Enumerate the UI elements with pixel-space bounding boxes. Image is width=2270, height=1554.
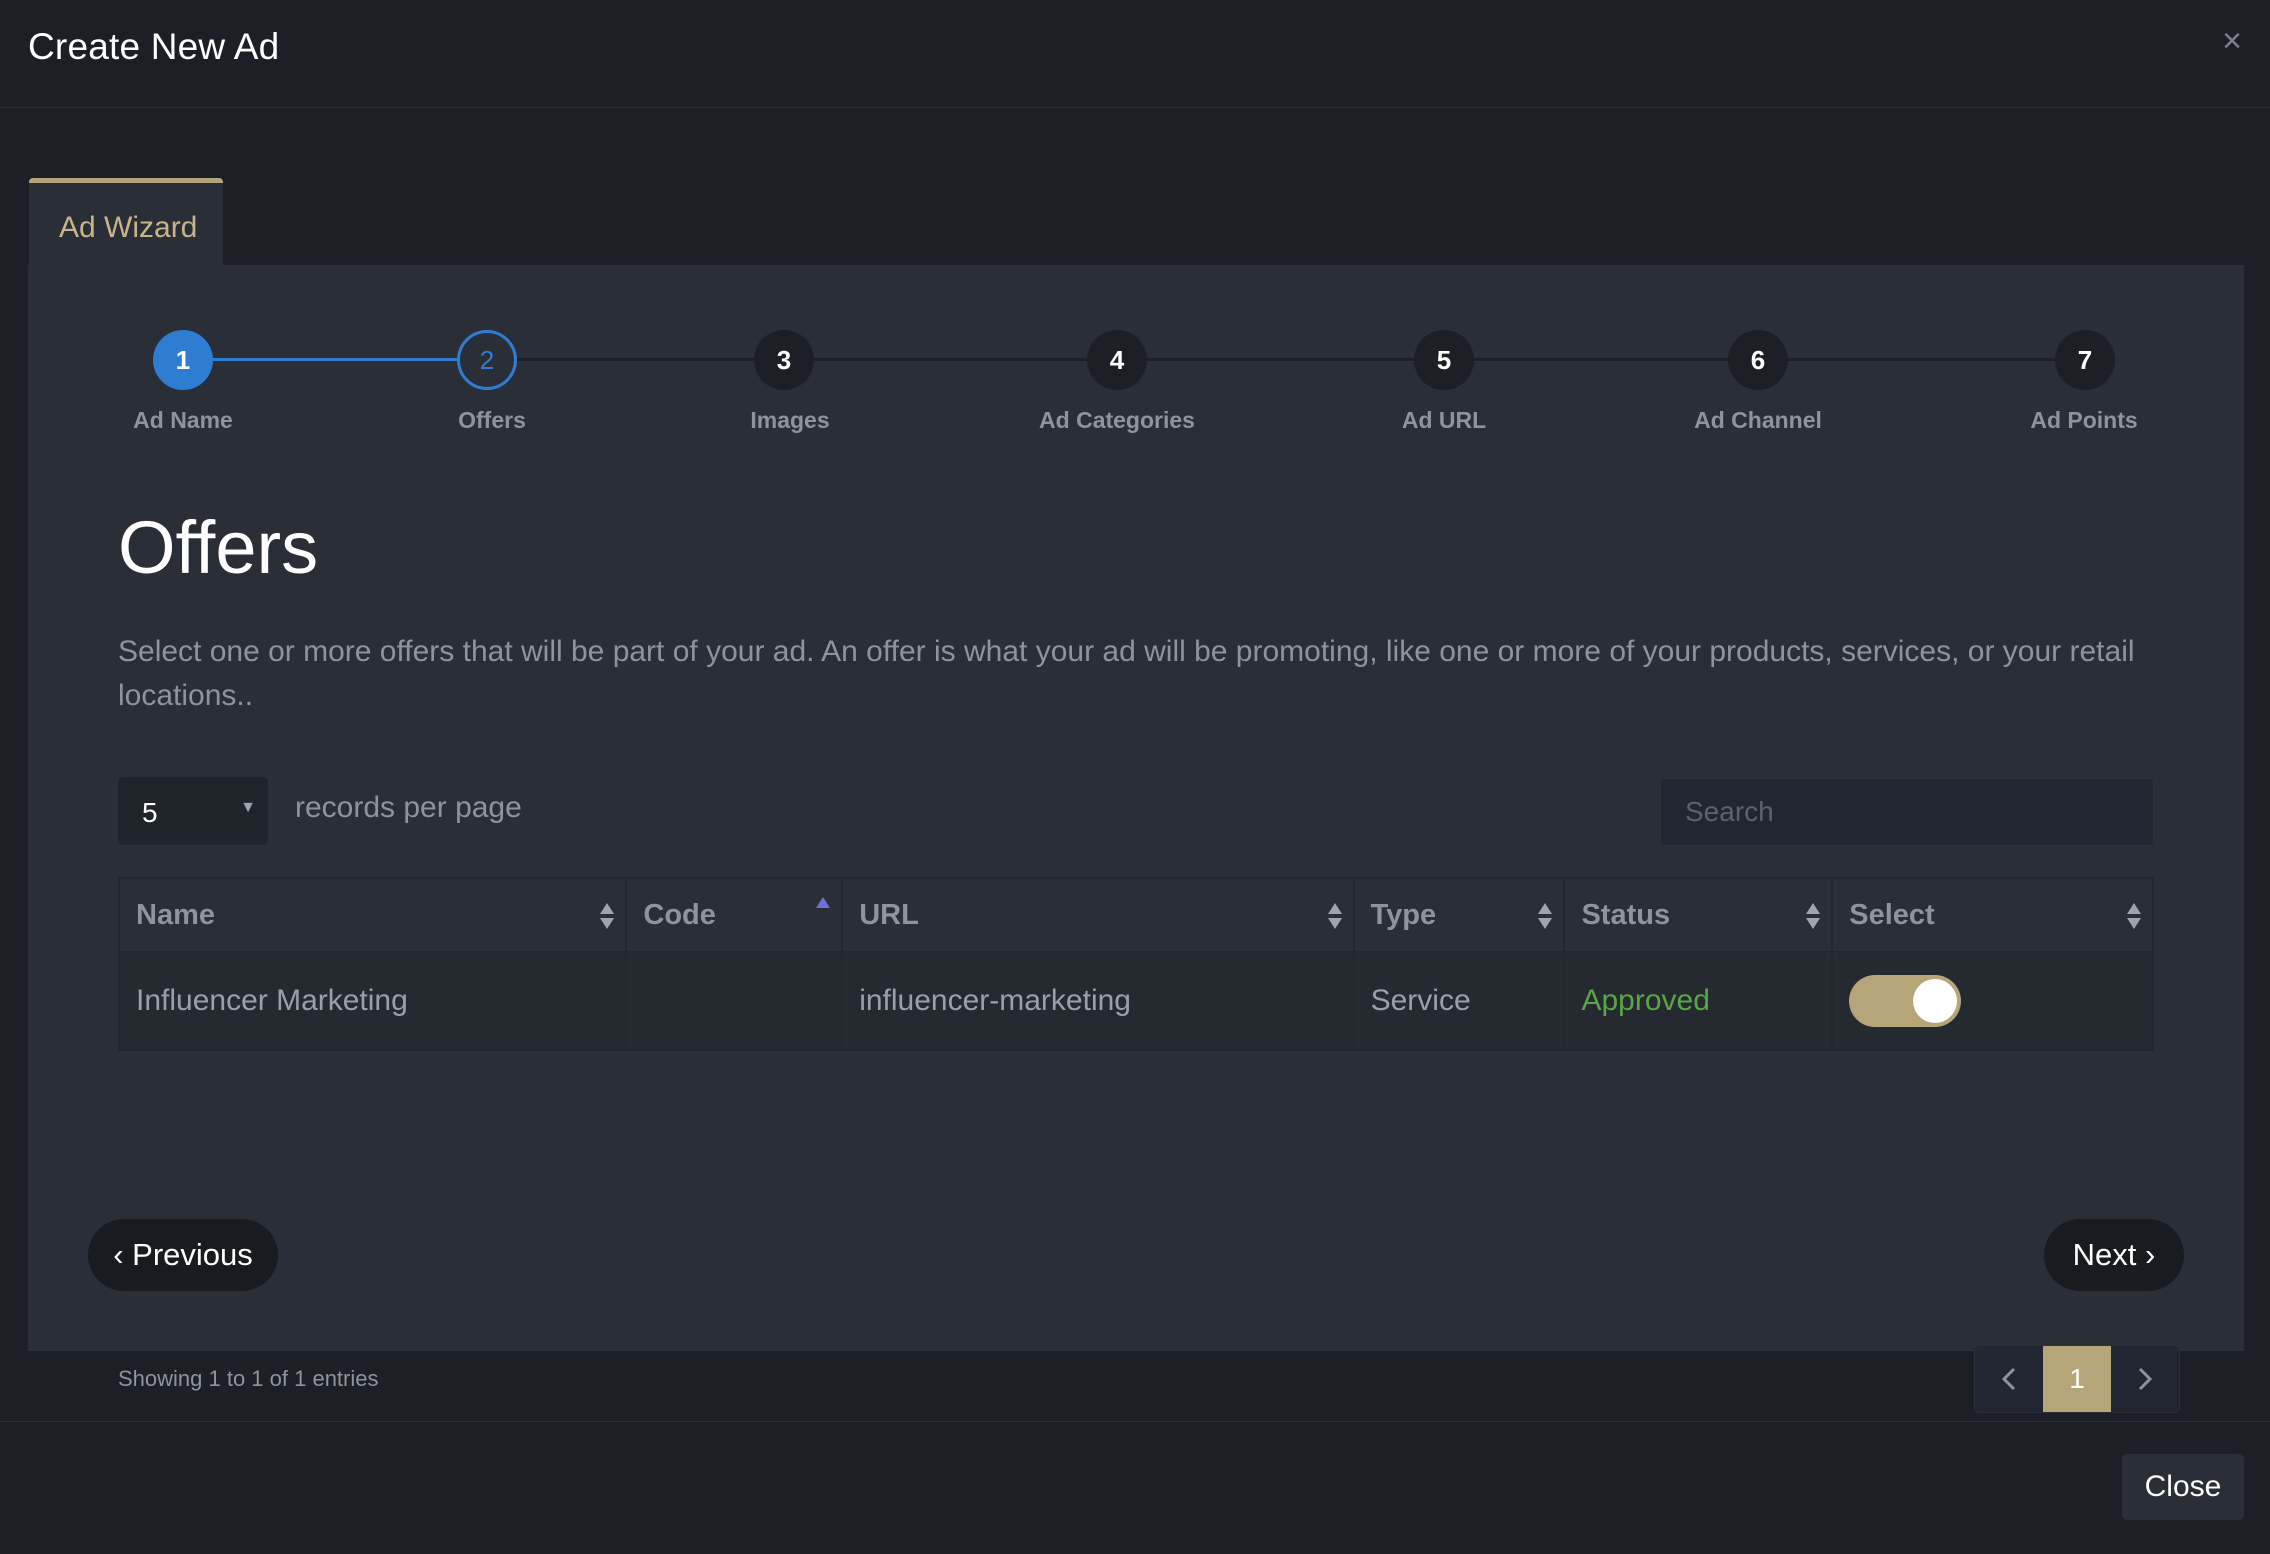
wizard-stepper: 1 2 3 4 5 6 7 Ad Name Offers Images Ad C…: [28, 265, 2244, 465]
column-label: URL: [859, 898, 919, 931]
wizard-panel: 1 2 3 4 5 6 7 Ad Name Offers Images Ad C…: [28, 265, 2244, 1413]
step-connector: [1444, 358, 1758, 361]
toggle-knob: [1913, 979, 1958, 1023]
column-header-select[interactable]: Select: [1831, 877, 2154, 953]
close-icon[interactable]: ×: [2222, 24, 2242, 58]
sort-icon: [600, 903, 615, 929]
column-label: Select: [1849, 898, 1935, 931]
per-page-select[interactable]: 5 ▼: [118, 777, 268, 845]
page-1-button[interactable]: 1: [2043, 1346, 2111, 1412]
tab-ad-wizard[interactable]: Ad Wizard: [29, 178, 223, 266]
step-6-label: Ad Channel: [1694, 407, 1822, 433]
page-title: Offers: [118, 506, 319, 589]
column-label: Code: [643, 898, 716, 931]
step-4-label: Ad Categories: [1039, 407, 1195, 433]
column-label: Name: [136, 898, 215, 931]
cell-type: Service: [1352, 951, 1566, 1051]
chevron-down-icon: ▼: [240, 799, 256, 816]
step-connector: [784, 358, 1117, 361]
previous-button[interactable]: ‹ Previous: [88, 1219, 278, 1291]
sort-ascending-icon: [816, 897, 831, 908]
offers-table: Name Code URL Type Status Select Influen…: [117, 877, 2154, 1051]
pagination: 1: [1974, 1345, 2180, 1413]
step-1-label: Ad Name: [133, 407, 233, 433]
per-page-value: 5: [142, 797, 158, 828]
cell-code: [625, 951, 844, 1051]
table-header-row: Name Code URL Type Status Select: [117, 877, 2154, 953]
cell-name: Influencer Marketing: [117, 951, 628, 1051]
cell-select: [1831, 951, 2154, 1051]
column-header-name[interactable]: Name: [117, 877, 628, 953]
status-badge: Approved: [1563, 951, 1834, 1051]
step-6-circle[interactable]: 6: [1728, 330, 1788, 390]
sort-icon: [1538, 903, 1553, 929]
select-toggle[interactable]: [1849, 975, 1962, 1027]
next-page-button[interactable]: [2111, 1346, 2179, 1412]
step-5-label: Ad URL: [1401, 407, 1487, 433]
step-3-label: Images: [750, 407, 830, 433]
modal-header: Create New Ad ×: [0, 0, 2270, 108]
step-7-label: Ad Points: [2030, 407, 2138, 433]
step-2-label: Offers: [458, 407, 526, 433]
tab-label: Ad Wizard: [59, 211, 198, 244]
chevron-left-icon: [2001, 1367, 2016, 1391]
close-button[interactable]: Close: [2122, 1454, 2244, 1520]
step-connector: [487, 358, 784, 361]
step-3-circle[interactable]: 3: [754, 330, 814, 390]
step-connector: [1117, 358, 1444, 361]
column-header-code[interactable]: Code: [625, 877, 844, 953]
search-input[interactable]: [1660, 778, 2154, 846]
per-page-label: records per page: [295, 791, 522, 824]
sort-icon: [2127, 903, 2141, 929]
footer-divider: [0, 1421, 2270, 1422]
entries-info: Showing 1 to 1 of 1 entries: [118, 1366, 379, 1391]
column-header-type[interactable]: Type: [1352, 877, 1566, 953]
step-connector: [1758, 358, 2085, 361]
modal-title: Create New Ad: [28, 26, 280, 67]
sort-icon: [1327, 903, 1342, 929]
table-row: Influencer Marketing influencer-marketin…: [117, 951, 2154, 1051]
column-header-url[interactable]: URL: [841, 877, 1355, 953]
sort-icon: [1806, 903, 1821, 929]
next-button[interactable]: Next ›: [2044, 1219, 2184, 1291]
page-description: Select one or more offers that will be p…: [118, 635, 2135, 712]
step-4-circle[interactable]: 4: [1087, 330, 1147, 390]
column-label: Status: [1581, 898, 1671, 931]
cell-url: influencer-marketing: [841, 951, 1355, 1051]
chevron-right-icon: [2138, 1367, 2153, 1391]
step-connector: [183, 358, 487, 361]
step-5-circle[interactable]: 5: [1414, 330, 1474, 390]
prev-page-button[interactable]: [1975, 1346, 2043, 1412]
column-header-status[interactable]: Status: [1563, 877, 1834, 953]
step-2-circle[interactable]: 2: [457, 330, 517, 390]
step-7-circle[interactable]: 7: [2055, 330, 2115, 390]
column-label: Type: [1370, 898, 1437, 931]
step-1-circle[interactable]: 1: [153, 330, 213, 390]
